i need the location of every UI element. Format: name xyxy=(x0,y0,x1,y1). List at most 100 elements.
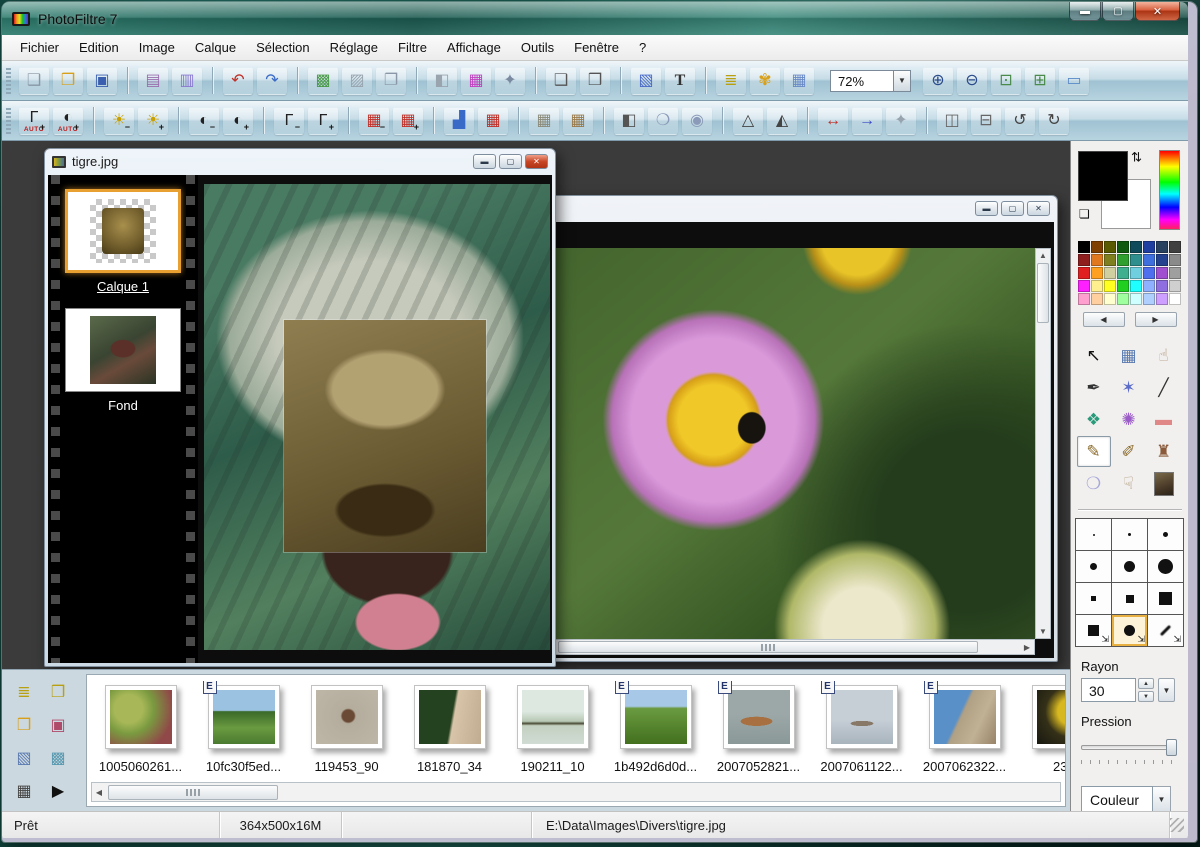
swap-colors-icon[interactable]: ⇄ xyxy=(1128,152,1144,163)
retouch-finger-tool[interactable]: ☟ xyxy=(1112,468,1146,499)
thumbnail-polaroid[interactable] xyxy=(1032,685,1066,749)
palette-color-swatch[interactable] xyxy=(1117,254,1129,266)
scroll-up-icon[interactable]: ▲ xyxy=(1036,251,1050,260)
brush-square-resizable[interactable]: ⇲ xyxy=(1076,615,1112,647)
palette-color-swatch[interactable] xyxy=(1104,254,1116,266)
select-dashed-button[interactable]: ▧ xyxy=(8,742,40,773)
palette-color-swatch[interactable] xyxy=(1091,267,1103,279)
thumbnail-polaroid[interactable] xyxy=(105,685,177,749)
color-range-button[interactable]: ↔ xyxy=(818,107,848,135)
image-transparency-button[interactable]: ✦ xyxy=(495,67,525,95)
brush-circle[interactable] xyxy=(1112,551,1148,583)
new-button[interactable]: ❑ xyxy=(19,67,49,95)
palette-color-swatch[interactable] xyxy=(1078,280,1090,292)
thumbnail-polaroid[interactable] xyxy=(311,685,383,749)
tigre-image-window[interactable]: tigre.jpg ▬▢✕ Calque 1Fond xyxy=(44,148,556,667)
thumbnail-item[interactable]: E10fc30f5ed... xyxy=(194,681,293,774)
menu-help[interactable]: ? xyxy=(629,35,656,60)
scroll-down-icon[interactable]: ▼ xyxy=(1036,627,1050,636)
palette-color-swatch[interactable] xyxy=(1091,293,1103,305)
palette-color-swatch[interactable] xyxy=(1156,254,1168,266)
palette-color-swatch[interactable] xyxy=(1130,241,1142,253)
thumbnail-item[interactable]: 181870_34 xyxy=(400,681,499,774)
scan-button[interactable]: ▥ xyxy=(172,67,202,95)
maximize-button[interactable]: ▢ xyxy=(1102,2,1134,21)
folder-image-button[interactable]: ❒ xyxy=(42,676,74,707)
palette-color-swatch[interactable] xyxy=(1104,241,1116,253)
thumbnail-polaroid[interactable]: E xyxy=(208,685,280,749)
maximize-button[interactable]: ▢ xyxy=(499,154,522,169)
menu-selection[interactable]: Sélection xyxy=(246,35,319,60)
maximize-button[interactable]: ▢ xyxy=(1001,201,1024,216)
text-button[interactable]: T xyxy=(665,67,695,95)
thumbnail-polaroid[interactable] xyxy=(414,685,486,749)
plugin-button[interactable]: ✾ xyxy=(750,67,780,95)
scroll-right-icon[interactable]: ▶ xyxy=(1020,643,1034,652)
color-palette-button[interactable]: ▦ xyxy=(461,67,491,95)
close-button[interactable]: ✕ xyxy=(1027,201,1050,216)
zoom-dropdown-button[interactable]: ▼ xyxy=(894,70,911,92)
rotate-right-button[interactable]: ↻ xyxy=(1039,107,1069,135)
zoom-fit-button[interactable]: ⊡ xyxy=(991,67,1021,95)
gamma-minus-button[interactable]: Γ− xyxy=(274,107,304,135)
brightness-plus-button[interactable]: ☀+ xyxy=(138,107,168,135)
palette-color-swatch[interactable] xyxy=(1169,293,1181,305)
layer-thumbnail[interactable] xyxy=(65,308,181,392)
advanced-brush-tool[interactable]: ✐ xyxy=(1112,436,1146,467)
reset-colors-icon[interactable]: ❏ xyxy=(1079,207,1090,221)
paintbrush-tool[interactable]: ✎ xyxy=(1077,436,1111,467)
gamma-plus-button[interactable]: Γ+ xyxy=(308,107,338,135)
thumbnail-polaroid[interactable]: E xyxy=(620,685,692,749)
palette-color-swatch[interactable] xyxy=(1130,280,1142,292)
gradient-mask-button[interactable]: ◧ xyxy=(614,107,644,135)
blur-more-button[interactable]: ◉ xyxy=(682,107,712,135)
airbrush-tool[interactable]: ✺ xyxy=(1112,404,1146,435)
thumbnail-polaroid[interactable] xyxy=(517,685,589,749)
menu-filtre[interactable]: Filtre xyxy=(388,35,437,60)
rayon-input[interactable]: 30 xyxy=(1081,678,1136,702)
palette-color-swatch[interactable] xyxy=(1117,293,1129,305)
acquire-image-button[interactable]: ▩ xyxy=(308,67,338,95)
palette-color-swatch[interactable] xyxy=(1143,241,1155,253)
thumbnail-polaroid[interactable]: E xyxy=(723,685,795,749)
couleur-select[interactable]: Couleur xyxy=(1081,786,1153,812)
flower-photo[interactable] xyxy=(555,248,1035,639)
zoom-out-button[interactable]: ⊖ xyxy=(957,67,987,95)
fill-tool[interactable]: ❖ xyxy=(1077,404,1111,435)
palette-color-swatch[interactable] xyxy=(1143,293,1155,305)
thumbnail-polaroid[interactable]: E xyxy=(826,685,898,749)
folder-save-button[interactable]: ▣ xyxy=(42,709,74,740)
saturation-plus-button[interactable]: ▦+ xyxy=(393,107,423,135)
line-tool[interactable]: ╱ xyxy=(1147,372,1181,403)
rgb-levels-button[interactable]: ▦ xyxy=(478,107,508,135)
tigre-window-titlebar[interactable]: tigre.jpg ▬▢✕ xyxy=(45,149,555,174)
palette-color-swatch[interactable] xyxy=(1130,267,1142,279)
couleur-dropdown-button[interactable]: ▼ xyxy=(1153,786,1171,812)
sharpen-button[interactable]: △ xyxy=(733,107,763,135)
palette-color-swatch[interactable] xyxy=(1078,254,1090,266)
play-button[interactable]: ▶ xyxy=(42,775,74,806)
minimize-button[interactable]: ▬ xyxy=(1069,2,1101,21)
foreground-color-swatch[interactable] xyxy=(1078,151,1128,201)
transparency-button[interactable]: ✦ xyxy=(886,107,916,135)
palette-color-swatch[interactable] xyxy=(1104,267,1116,279)
menu-edition[interactable]: Edition xyxy=(69,35,129,60)
close-button[interactable]: ✕ xyxy=(1135,2,1180,21)
folder-open-button[interactable]: ❒ xyxy=(8,709,40,740)
palette-color-swatch[interactable] xyxy=(1104,280,1116,292)
vertical-scroll-thumb[interactable] xyxy=(1037,263,1049,323)
brightness-minus-button[interactable]: ☀− xyxy=(104,107,134,135)
open-button[interactable]: ❒ xyxy=(53,67,83,95)
image-paste-button[interactable]: ❒ xyxy=(580,67,610,95)
palette-next-button[interactable]: ▶ xyxy=(1135,312,1177,327)
sharpen-more-button[interactable]: ◭ xyxy=(767,107,797,135)
rayon-decrement-button[interactable]: ▼ xyxy=(1138,691,1154,702)
rayon-dropdown-button[interactable]: ▼ xyxy=(1158,678,1175,702)
thumbnail-item[interactable]: 119453_90 xyxy=(297,681,396,774)
brush-square[interactable] xyxy=(1148,583,1184,615)
palette-color-swatch[interactable] xyxy=(1130,293,1142,305)
brush-circle-resizable[interactable]: ⇲ xyxy=(1112,615,1148,647)
slider-track[interactable] xyxy=(1081,745,1177,750)
full-screen-button[interactable]: ▭ xyxy=(1059,67,1089,95)
rotate-left-button[interactable]: ↺ xyxy=(1005,107,1035,135)
